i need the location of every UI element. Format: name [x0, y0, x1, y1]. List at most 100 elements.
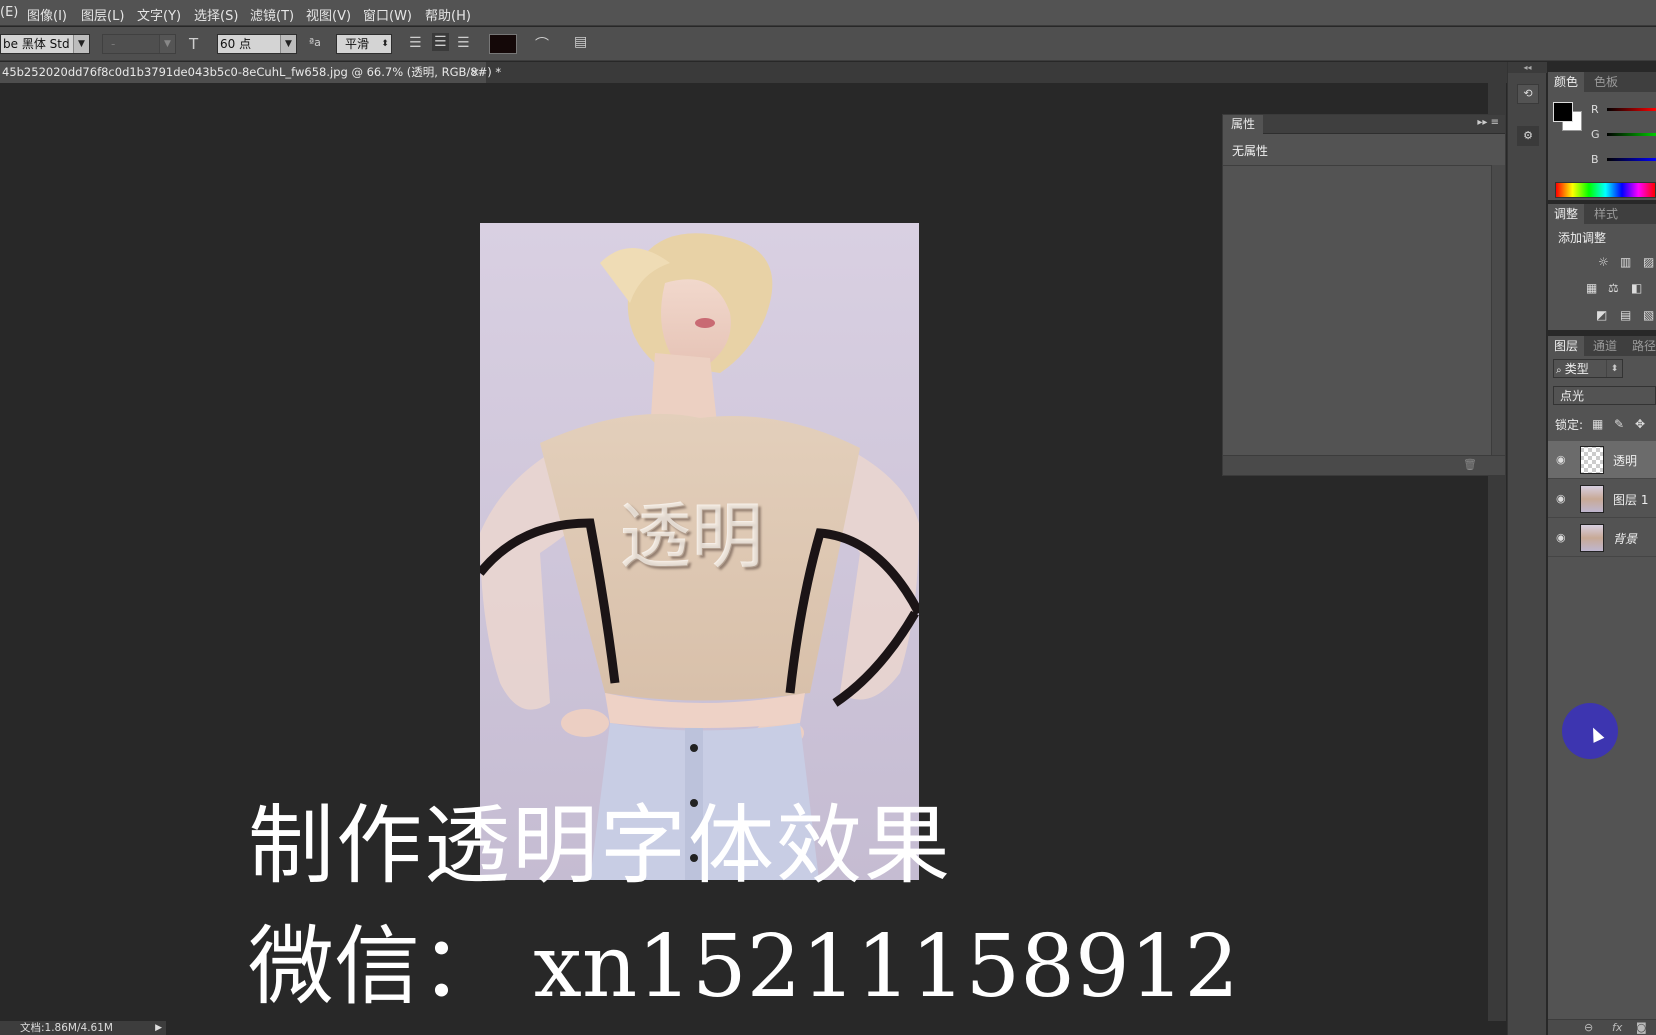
lock-transparency-icon[interactable]: ▦: [1592, 418, 1606, 430]
panel-dock: ◂◂ ⟲ ⚙: [1507, 62, 1547, 1035]
play-icon[interactable]: ▶: [155, 1021, 162, 1035]
properties-footer: 🗑: [1223, 455, 1505, 475]
chevron-down-icon: ▼: [280, 35, 296, 53]
properties-scrollbar[interactable]: [1491, 165, 1505, 457]
tab-layers[interactable]: 图层: [1548, 336, 1585, 356]
tab-adjustments[interactable]: 调整: [1548, 204, 1585, 224]
layer-thumbnail: [1580, 485, 1604, 513]
channel-r-slider[interactable]: [1607, 108, 1656, 111]
eye-icon[interactable]: ◉: [1556, 492, 1566, 505]
channel-r-label: R: [1591, 103, 1599, 116]
black-white-icon[interactable]: ◧: [1631, 282, 1645, 294]
layers-panel: 图层 通道 路径: [1548, 336, 1656, 1019]
layers-tabs: 图层 通道 路径: [1548, 336, 1656, 356]
align-center-icon[interactable]: ☰: [432, 33, 449, 51]
menu-type[interactable]: 文字(Y): [137, 5, 181, 24]
trash-icon[interactable]: 🗑: [1463, 458, 1477, 471]
selective-color-icon[interactable]: ▧: [1643, 309, 1656, 321]
gradient-map-icon[interactable]: ▤: [1620, 309, 1634, 321]
font-size-select[interactable]: 60 点 ▼: [217, 34, 297, 54]
bottom-strip: [166, 1021, 1506, 1035]
search-icon: ⌕: [1556, 365, 1565, 376]
font-size-value: 60 点: [220, 37, 252, 51]
menu-window[interactable]: 窗口(W): [363, 5, 412, 24]
fx-icon[interactable]: fx: [1612, 1021, 1622, 1034]
blend-mode-value: 点光: [1560, 389, 1585, 403]
menu-image[interactable]: 图像(I): [27, 5, 67, 24]
channel-g-slider[interactable]: [1607, 133, 1656, 136]
antialias-icon: ªa: [309, 36, 321, 49]
document-size: 文档:1.86M/4.61M: [20, 1022, 113, 1034]
align-right-icon[interactable]: ☰: [457, 35, 470, 51]
menu-help[interactable]: 帮助(H): [425, 5, 471, 24]
chevron-down-icon: ▼: [159, 35, 175, 53]
menu-layer[interactable]: 图层(L): [81, 5, 124, 24]
embossed-text-layer[interactable]: 透明: [620, 478, 764, 583]
character-panel-icon[interactable]: ▤: [574, 34, 587, 50]
menu-filter[interactable]: 滤镜(T): [250, 5, 294, 24]
antialias-select[interactable]: 平滑 ⬍: [336, 34, 392, 54]
layer-row[interactable]: ◉ 图层 1: [1548, 480, 1656, 518]
vibrance-icon[interactable]: ▦: [1586, 282, 1600, 294]
link-icon[interactable]: ⊖: [1584, 1021, 1593, 1034]
tab-swatches[interactable]: 色板: [1588, 72, 1624, 92]
invert-icon[interactable]: ◩: [1596, 309, 1610, 321]
history-icon[interactable]: ⟲: [1517, 84, 1539, 104]
lock-label: 锁定:: [1555, 418, 1584, 432]
tab-channels[interactable]: 通道: [1587, 336, 1623, 356]
chevron-down-icon: ▼: [73, 35, 89, 53]
color-panel: 颜色 色板: [1548, 72, 1656, 200]
layer-row[interactable]: ◉ 背景: [1548, 519, 1656, 557]
tab-paths[interactable]: 路径: [1626, 336, 1656, 356]
tab-styles[interactable]: 样式: [1588, 204, 1624, 224]
layer-name[interactable]: 背景: [1613, 530, 1637, 547]
channel-g-label: G: [1591, 128, 1600, 141]
layer-name[interactable]: 图层 1: [1613, 491, 1648, 508]
collapse-icon[interactable]: ◂◂: [1508, 62, 1547, 73]
foreground-color-swatch[interactable]: [1553, 102, 1573, 122]
layer-name[interactable]: 透明: [1613, 452, 1637, 469]
lock-pixels-icon[interactable]: ✎: [1614, 418, 1628, 430]
text-color-swatch[interactable]: [489, 34, 517, 54]
overlay-contact: 微信： xn15211158912: [248, 917, 1240, 1017]
menu-view[interactable]: 视图(V): [306, 5, 351, 24]
photoshop-window: (E) 图像(I) 图层(L) 文字(Y) 选择(S) 滤镜(T) 视图(V) …: [0, 0, 1656, 1035]
status-bar: 文档:1.86M/4.61M ▶: [0, 1021, 166, 1035]
color-spectrum[interactable]: [1555, 182, 1656, 198]
channel-b-label: B: [1591, 153, 1599, 166]
warp-text-icon[interactable]: ⌒: [535, 34, 549, 54]
adjustments-tabs: 调整 样式: [1548, 204, 1656, 224]
brightness-icon[interactable]: ☼: [1598, 256, 1612, 268]
properties-icon[interactable]: ⚙: [1517, 126, 1539, 146]
font-family-select[interactable]: be 黑体 Std ▼: [0, 34, 90, 54]
mask-icon[interactable]: ◙: [1636, 1021, 1647, 1034]
layer-filter-select[interactable]: ⌕ 类型 ⬍: [1553, 359, 1623, 378]
menu-select[interactable]: 选择(S): [194, 5, 238, 24]
tab-color[interactable]: 颜色: [1548, 72, 1585, 92]
color-panel-tabs: 颜色 色板: [1548, 72, 1656, 92]
document-tab-title: 45b252020dd76f8c0d1b3791de043b5c0-8eCuhL…: [2, 65, 502, 79]
antialias-value: 平滑: [345, 37, 370, 51]
add-adjustment-label: 添加调整: [1558, 231, 1607, 245]
layer-row[interactable]: ◉ 透明: [1548, 441, 1656, 479]
levels-icon[interactable]: ▥: [1620, 256, 1634, 268]
align-left-icon[interactable]: ☰: [409, 35, 422, 51]
eye-icon[interactable]: ◉: [1556, 453, 1566, 466]
close-icon[interactable]: ×: [470, 62, 480, 82]
channel-b-slider[interactable]: [1607, 158, 1656, 161]
layer-thumbnail: [1580, 446, 1604, 474]
lock-position-icon[interactable]: ✥: [1635, 418, 1649, 430]
menu-edit[interactable]: (E): [0, 5, 18, 20]
balance-icon[interactable]: ⚖: [1608, 282, 1622, 294]
layer-filter-value: 类型: [1564, 362, 1589, 376]
eye-icon[interactable]: ◉: [1556, 531, 1566, 544]
document-tab[interactable]: 45b252020dd76f8c0d1b3791de043b5c0-8eCuhL…: [0, 62, 501, 83]
panel-menu-icon[interactable]: ▸▸ ≡: [1477, 117, 1499, 128]
layer-thumbnail: [1580, 524, 1604, 552]
blend-mode-select[interactable]: 点光: [1553, 386, 1656, 405]
menu-bar: (E) 图像(I) 图层(L) 文字(Y) 选择(S) 滤镜(T) 视图(V) …: [0, 0, 1656, 26]
font-style-select[interactable]: - ▼: [102, 34, 176, 54]
curves-icon[interactable]: ▨: [1643, 256, 1656, 268]
tab-properties[interactable]: 属性: [1223, 115, 1264, 134]
overlay-title: 制作透明字体效果: [248, 796, 952, 896]
